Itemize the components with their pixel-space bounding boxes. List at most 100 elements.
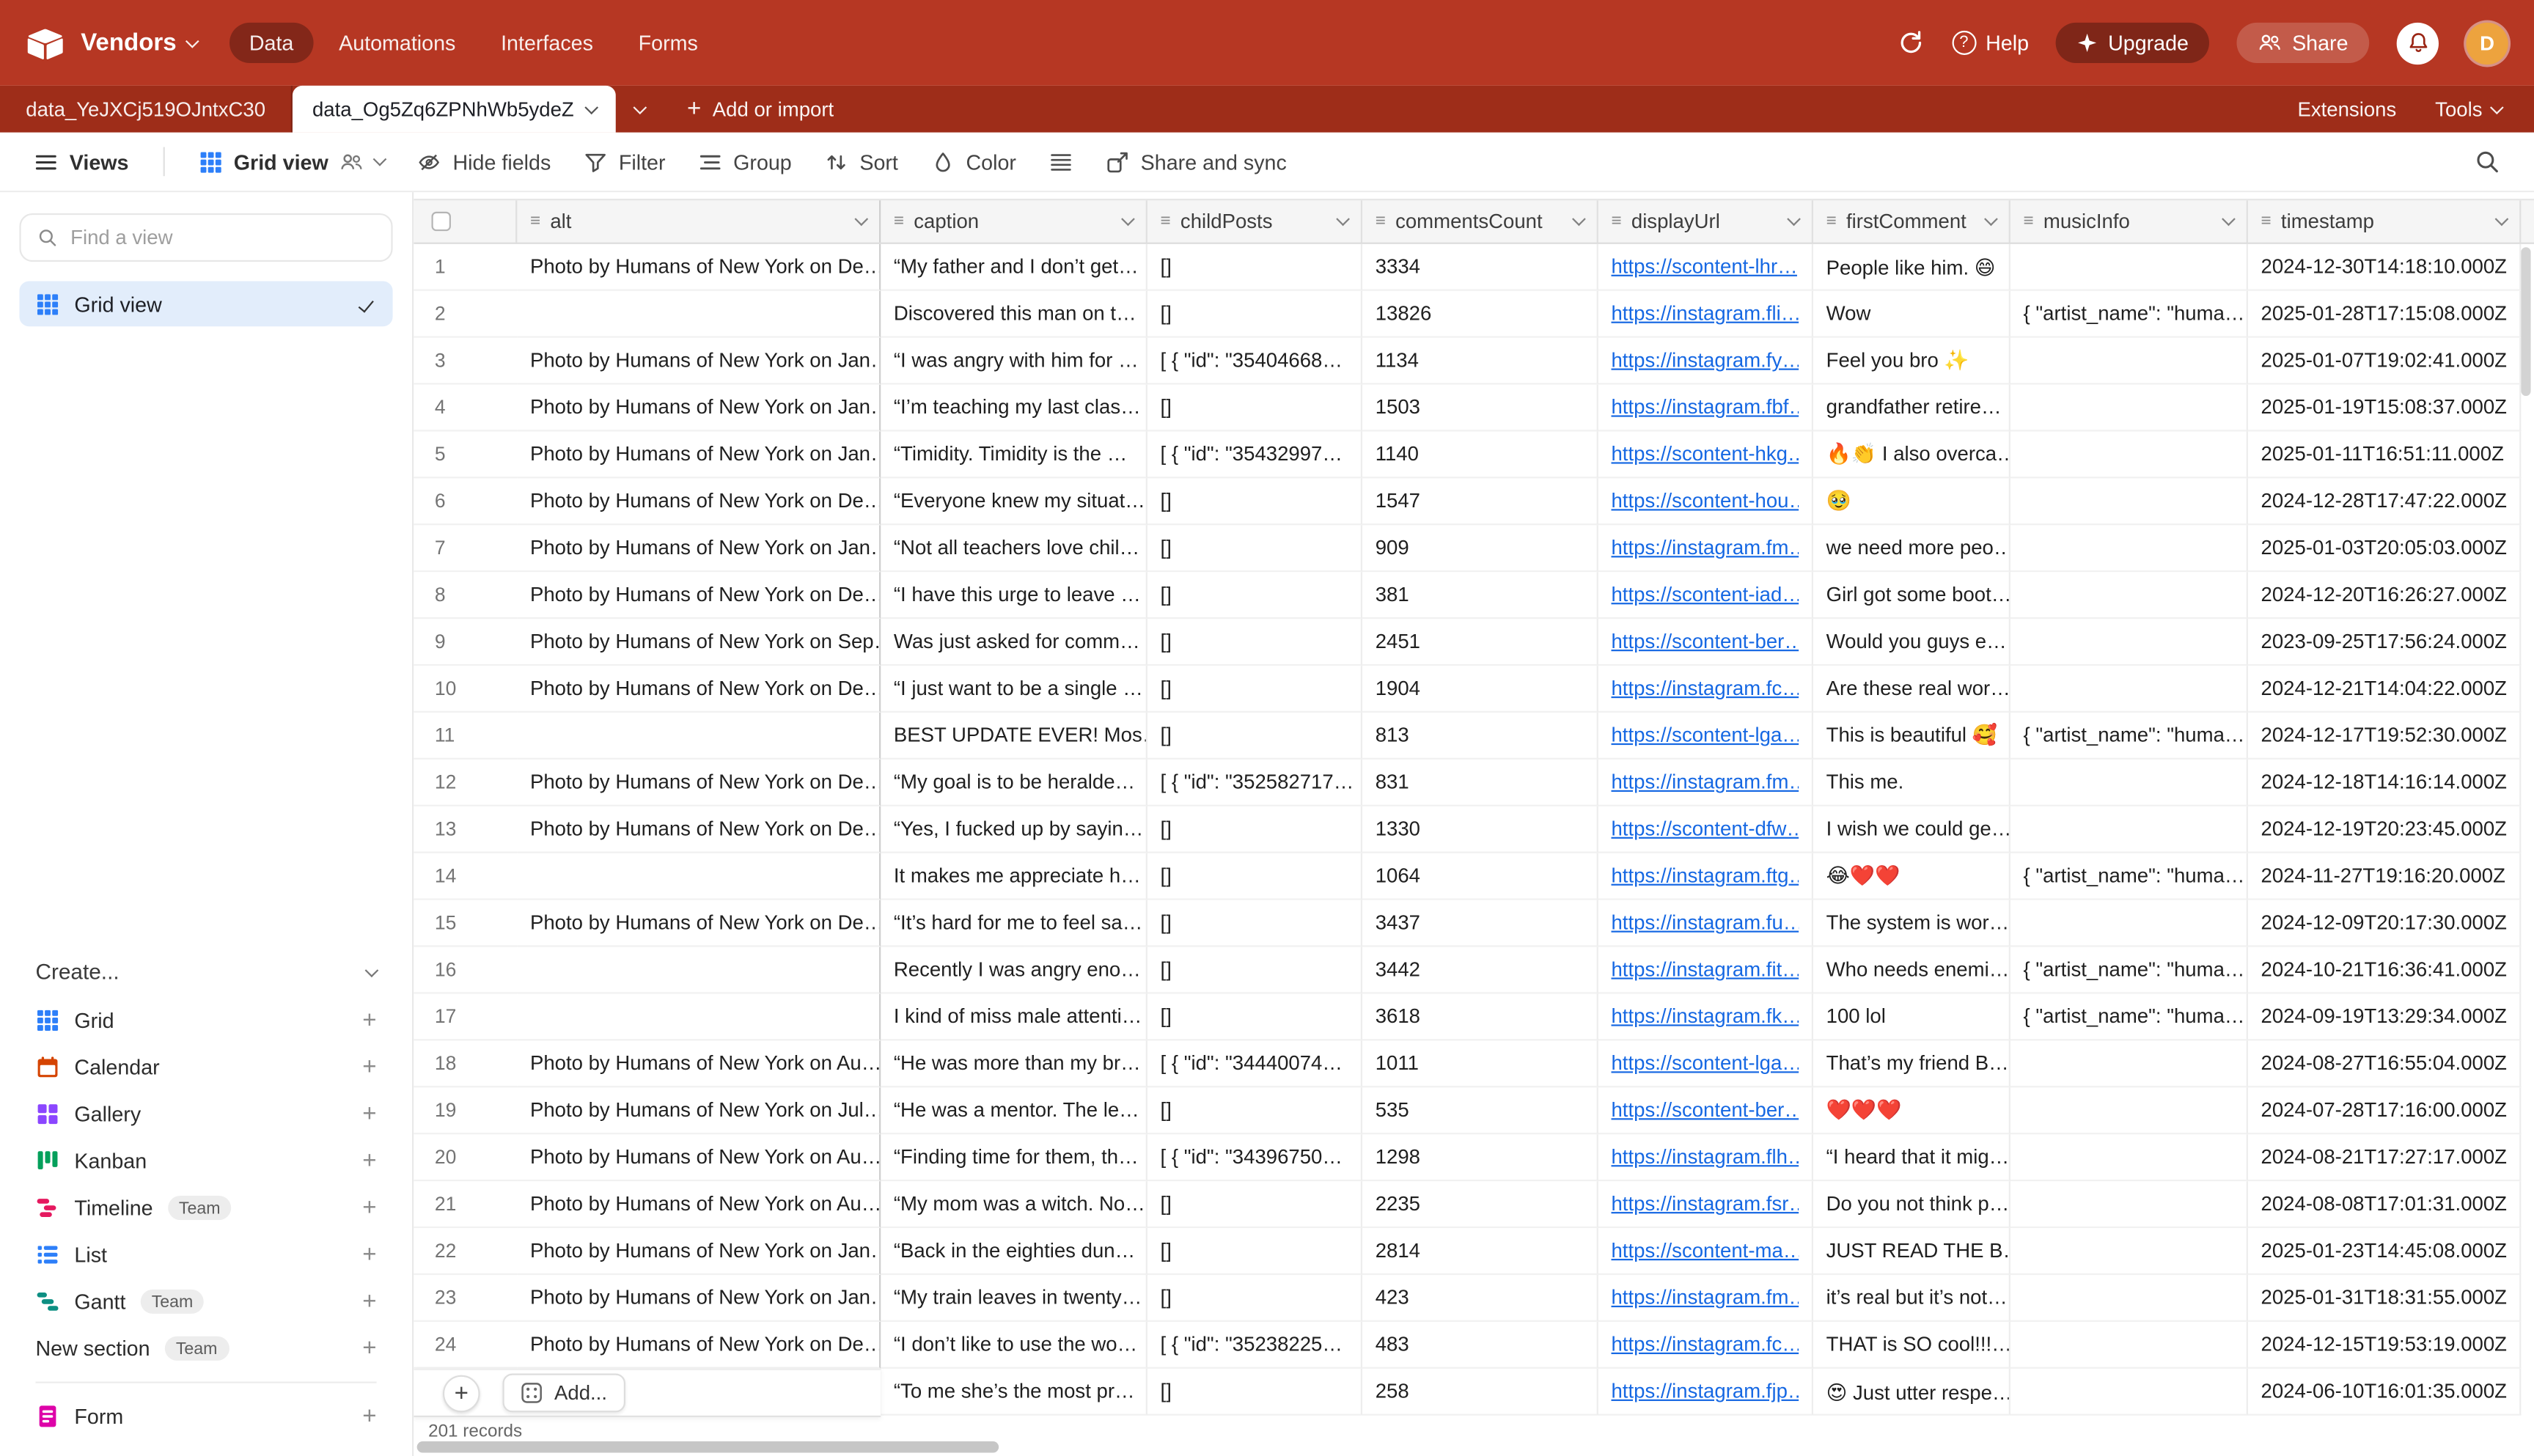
- tab-data[interactable]: Data: [229, 23, 312, 63]
- row-number[interactable]: 18: [414, 1040, 517, 1087]
- cell-caption[interactable]: “He was a mentor. The le…: [881, 1087, 1147, 1134]
- cell-caption[interactable]: “My train leaves in twenty…: [881, 1275, 1147, 1322]
- cell-musicInfo[interactable]: [2010, 1275, 2248, 1322]
- cell-musicInfo[interactable]: [2010, 1134, 2248, 1181]
- cell-childPosts[interactable]: [ { "id": "34396750…: [1147, 1134, 1362, 1181]
- share-button[interactable]: Share: [2237, 23, 2369, 63]
- create-item-list[interactable]: List+: [19, 1232, 392, 1279]
- cell-musicInfo[interactable]: [2010, 1087, 2248, 1134]
- chevron-down-icon[interactable]: [1984, 212, 1998, 226]
- row-number[interactable]: 17: [414, 994, 517, 1041]
- column-header-displayUrl[interactable]: ≡displayUrl: [1598, 200, 1813, 242]
- cell-caption[interactable]: “My goal is to be heralde…: [881, 760, 1147, 806]
- column-header-commentsCount[interactable]: ≡commentsCount: [1362, 200, 1598, 242]
- cell-alt[interactable]: Photo by Humans of New York on Au…: [517, 1040, 881, 1087]
- cell-alt[interactable]: Photo by Humans of New York on Sep…: [517, 619, 881, 666]
- column-header-musicInfo[interactable]: ≡musicInfo: [2010, 200, 2248, 242]
- cell-displayUrl[interactable]: https://instagram.fli…: [1598, 291, 1813, 338]
- url-link[interactable]: https://instagram.fm…: [1611, 537, 1799, 559]
- cell-childPosts[interactable]: []: [1147, 619, 1362, 666]
- cell-timestamp[interactable]: 2024-08-21T17:27:17.000Z: [2248, 1134, 2521, 1181]
- cell-musicInfo[interactable]: [2010, 1322, 2248, 1369]
- cell-alt[interactable]: [517, 994, 881, 1041]
- cell-firstComment[interactable]: 🔥👏 I also overca…: [1813, 431, 2010, 478]
- url-link[interactable]: https://instagram.fjp…: [1611, 1380, 1799, 1402]
- cell-musicInfo[interactable]: [2010, 1228, 2248, 1275]
- find-view-input[interactable]: [70, 227, 375, 249]
- cell-timestamp[interactable]: 2024-11-27T19:16:20.000Z: [2248, 853, 2521, 900]
- cell-timestamp[interactable]: 2025-01-31T18:31:55.000Z: [2248, 1275, 2521, 1322]
- cell-alt[interactable]: Photo by Humans of New York on Jan…: [517, 525, 881, 572]
- cell-musicInfo[interactable]: { "artist_name": "huma…: [2010, 713, 2248, 760]
- cell-commentsCount[interactable]: 1503: [1362, 385, 1598, 432]
- url-link[interactable]: https://scontent-ber…: [1611, 1099, 1799, 1122]
- cell-firstComment[interactable]: 100 lol: [1813, 994, 2010, 1041]
- extensions-button[interactable]: Extensions: [2297, 98, 2396, 120]
- cell-commentsCount[interactable]: 3442: [1362, 947, 1598, 994]
- cell-musicInfo[interactable]: [2010, 244, 2248, 291]
- url-link[interactable]: https://instagram.fit…: [1611, 958, 1799, 981]
- url-link[interactable]: https://scontent-dfw…: [1611, 817, 1799, 840]
- cell-musicInfo[interactable]: { "artist_name": "huma…: [2010, 291, 2248, 338]
- cell-childPosts[interactable]: []: [1147, 244, 1362, 291]
- row-number[interactable]: 3: [414, 338, 517, 385]
- cell-firstComment[interactable]: “I heard that it mig…: [1813, 1134, 2010, 1181]
- create-item-gallery[interactable]: Gallery+: [19, 1091, 392, 1138]
- tab-interfaces[interactable]: Interfaces: [482, 23, 613, 63]
- cell-caption[interactable]: “Finding time for them, th…: [881, 1134, 1147, 1181]
- cell-childPosts[interactable]: []: [1147, 1087, 1362, 1134]
- url-link[interactable]: https://instagram.fbf…: [1611, 396, 1799, 419]
- cell-musicInfo[interactable]: [2010, 806, 2248, 853]
- table-list-dropdown[interactable]: [616, 86, 664, 133]
- cell-timestamp[interactable]: 2025-01-19T15:08:37.000Z: [2248, 385, 2521, 432]
- chevron-down-icon[interactable]: [2495, 212, 2509, 226]
- cell-caption[interactable]: “I just want to be a single …: [881, 666, 1147, 713]
- row-number[interactable]: 13: [414, 806, 517, 853]
- cell-alt[interactable]: Photo by Humans of New York on De…: [517, 572, 881, 619]
- cell-commentsCount[interactable]: 2235: [1362, 1181, 1598, 1228]
- chevron-down-icon[interactable]: [1336, 212, 1350, 226]
- cell-timestamp[interactable]: 2025-01-23T14:45:08.000Z: [2248, 1228, 2521, 1275]
- cell-firstComment[interactable]: This is beautiful 🥰: [1813, 713, 2010, 760]
- url-link[interactable]: https://scontent-iad…: [1611, 584, 1799, 606]
- cell-firstComment[interactable]: Feel you bro ✨: [1813, 338, 2010, 385]
- url-link[interactable]: https://scontent-ber…: [1611, 630, 1799, 653]
- cell-firstComment[interactable]: JUST READ THE B…: [1813, 1228, 2010, 1275]
- url-link[interactable]: https://scontent-ma…: [1611, 1240, 1799, 1262]
- cell-caption[interactable]: “To me she’s the most pr…: [881, 1369, 1147, 1416]
- cell-alt[interactable]: Photo by Humans of New York on De…: [517, 760, 881, 806]
- create-item-grid[interactable]: Grid+: [19, 997, 392, 1044]
- scrollbar-thumb[interactable]: [417, 1441, 999, 1452]
- add-record-button[interactable]: +: [443, 1375, 480, 1412]
- cell-commentsCount[interactable]: 423: [1362, 1275, 1598, 1322]
- plus-icon[interactable]: +: [362, 1290, 376, 1314]
- url-link[interactable]: https://scontent-lga…: [1611, 724, 1799, 746]
- cell-displayUrl[interactable]: https://instagram.fsr…: [1598, 1181, 1813, 1228]
- cell-firstComment[interactable]: grandfather retire…: [1813, 385, 2010, 432]
- row-number[interactable]: 10: [414, 666, 517, 713]
- view-item-grid-view[interactable]: Grid view: [19, 282, 392, 327]
- cell-musicInfo[interactable]: [2010, 338, 2248, 385]
- row-number[interactable]: 5: [414, 431, 517, 478]
- cell-caption[interactable]: Was just asked for comm…: [881, 619, 1147, 666]
- row-number[interactable]: 16: [414, 947, 517, 994]
- views-toggle-button[interactable]: Views: [19, 141, 143, 182]
- cell-displayUrl[interactable]: https://instagram.fjp…: [1598, 1369, 1813, 1416]
- row-number[interactable]: 2: [414, 291, 517, 338]
- cell-commentsCount[interactable]: 1547: [1362, 478, 1598, 525]
- row-number[interactable]: 11: [414, 713, 517, 760]
- add-or-import-button[interactable]: + Add or import: [664, 86, 856, 133]
- cell-firstComment[interactable]: we need more peo…: [1813, 525, 2010, 572]
- cell-timestamp[interactable]: 2025-01-11T16:51:11.000Z: [2248, 431, 2521, 478]
- cell-musicInfo[interactable]: { "artist_name": "huma…: [2010, 947, 2248, 994]
- cell-commentsCount[interactable]: 483: [1362, 1322, 1598, 1369]
- chevron-down-icon[interactable]: [1787, 212, 1801, 226]
- cell-displayUrl[interactable]: https://scontent-ma…: [1598, 1228, 1813, 1275]
- cell-displayUrl[interactable]: https://scontent-ber…: [1598, 1087, 1813, 1134]
- cell-childPosts[interactable]: []: [1147, 385, 1362, 432]
- cell-caption[interactable]: “Timidity. Timidity is the …: [881, 431, 1147, 478]
- cell-firstComment[interactable]: The system is wor…: [1813, 900, 2010, 947]
- row-number[interactable]: 6: [414, 478, 517, 525]
- group-button[interactable]: Group: [683, 141, 807, 182]
- row-number[interactable]: 7: [414, 525, 517, 572]
